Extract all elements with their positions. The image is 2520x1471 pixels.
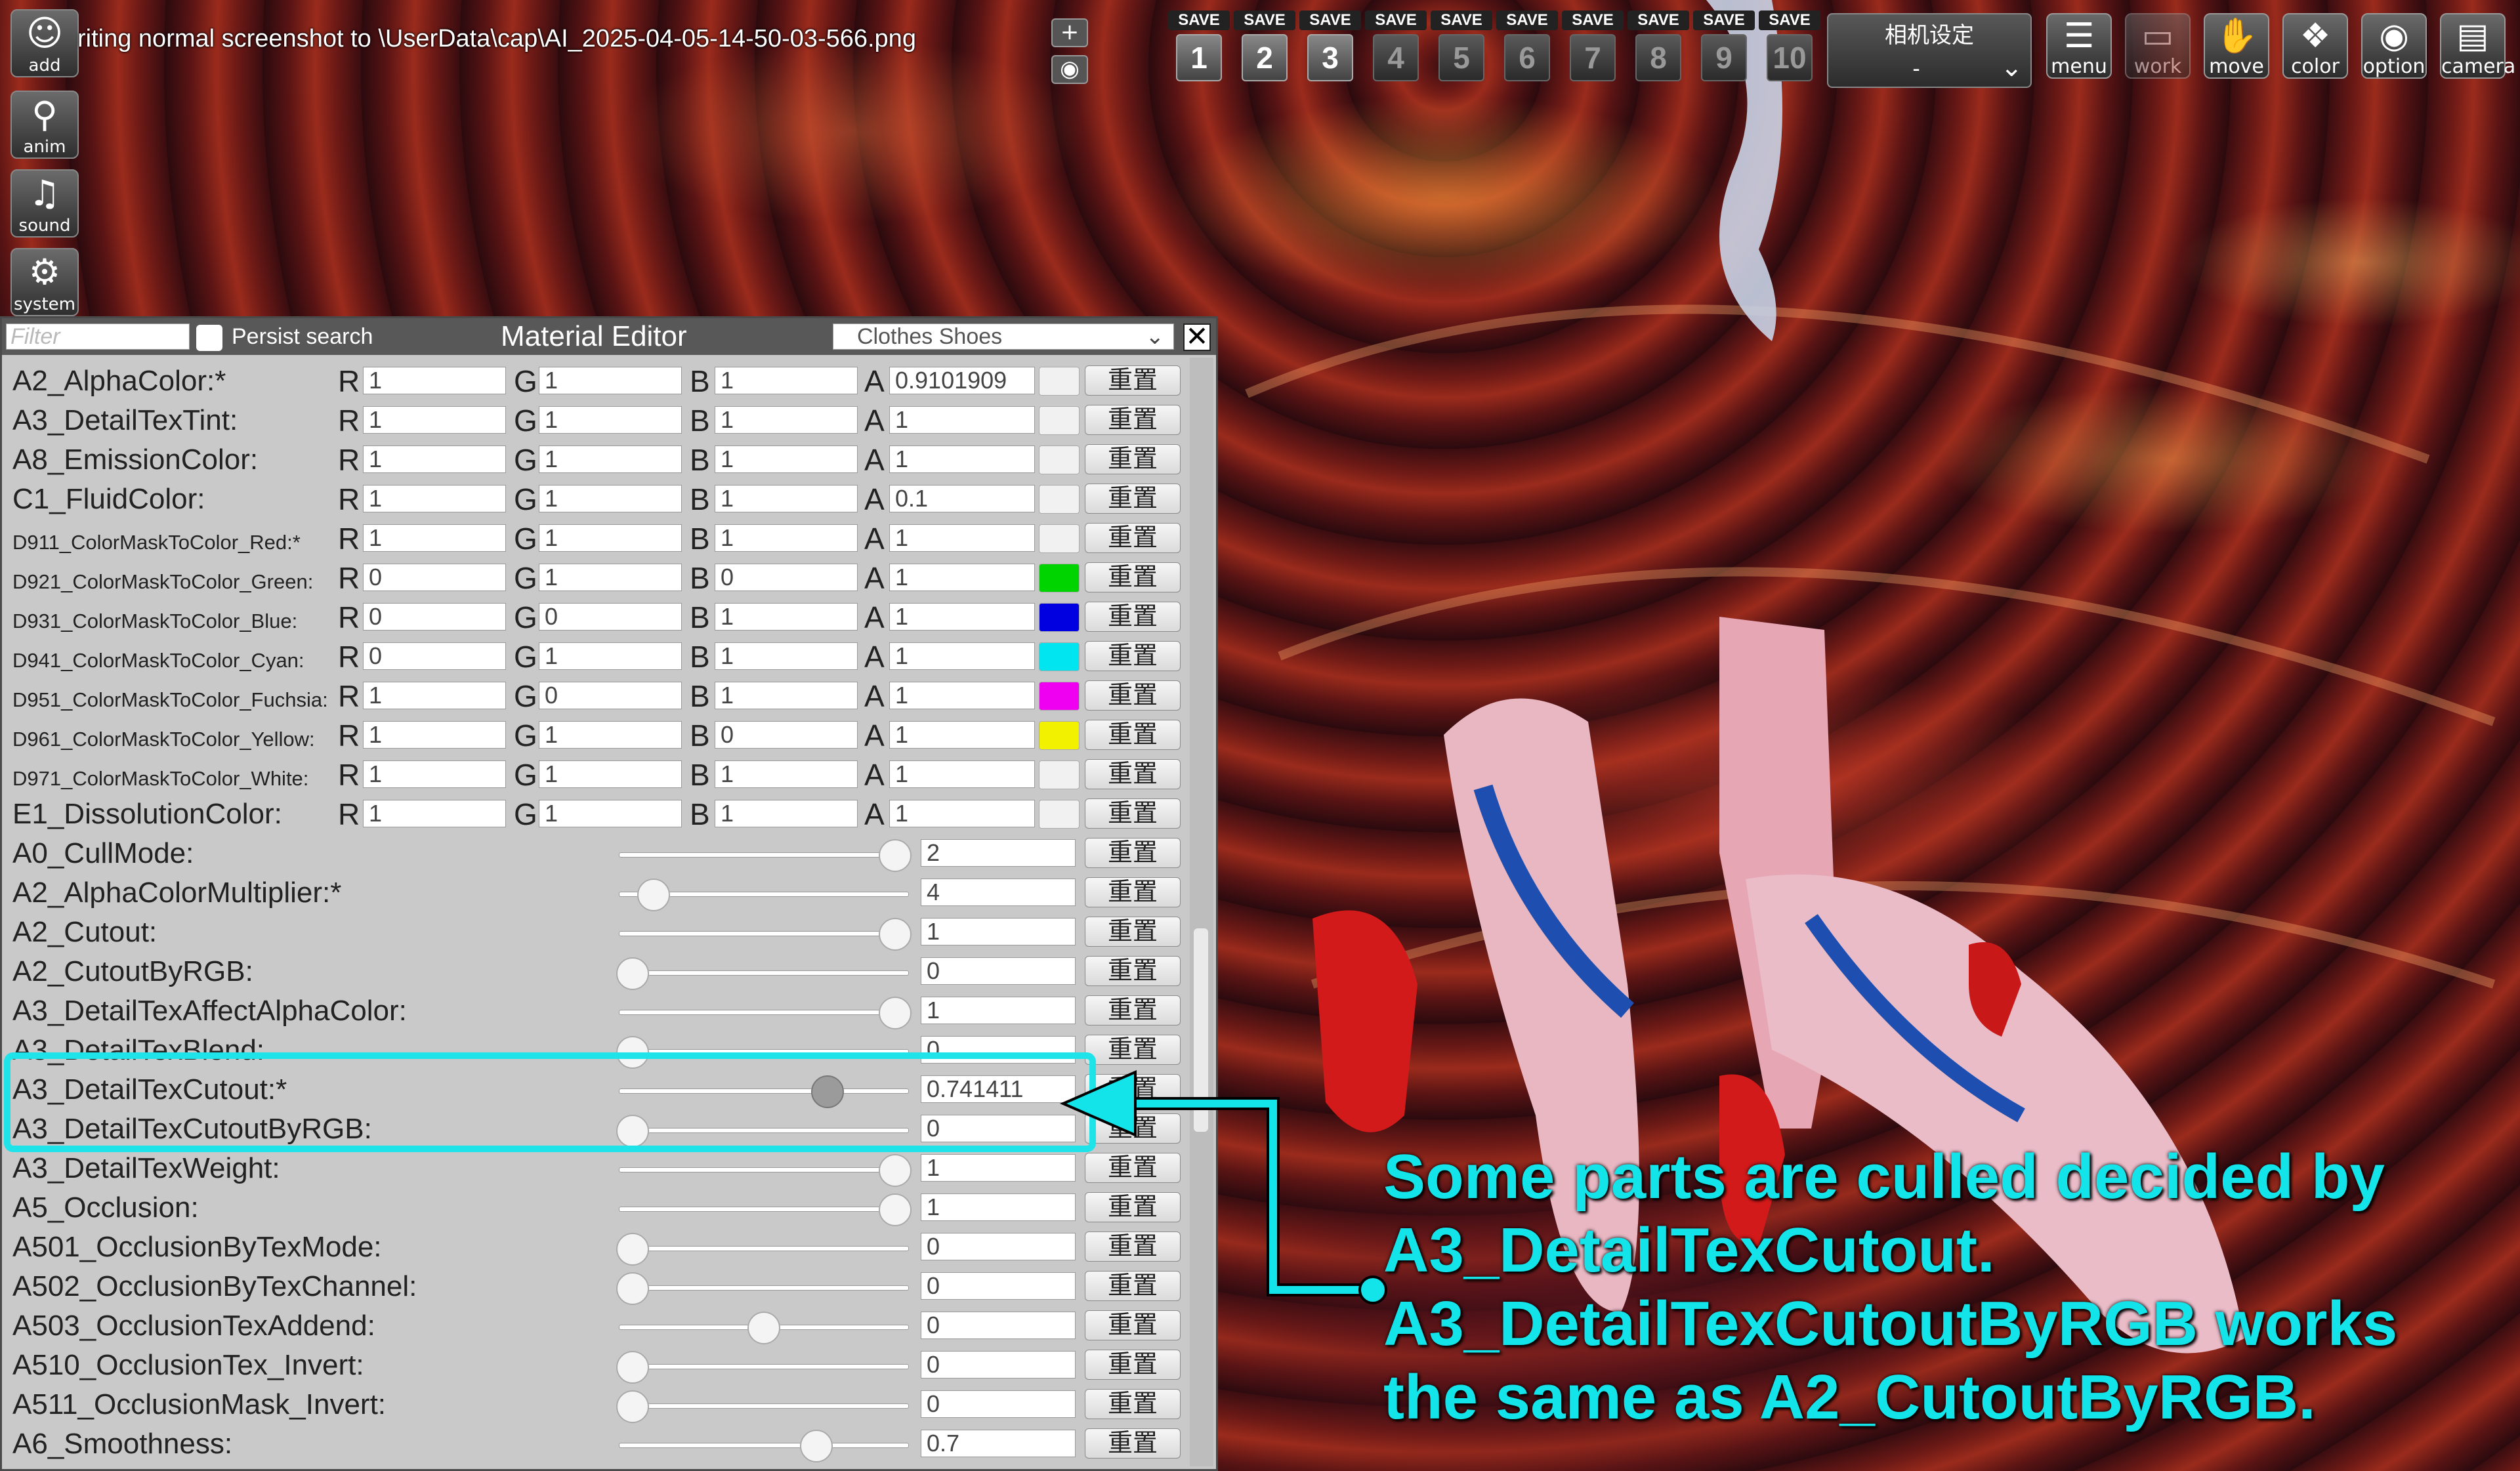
annotation-text: Some parts are culled decided by A3_Deta… (1383, 1140, 2512, 1434)
annotation-line-2: A3_DetailTexCutout. (1383, 1215, 1995, 1285)
annotation-line-3: A3_DetailTexCutoutByRGB works (1383, 1289, 2398, 1359)
annotation-line-4: the same as A2_CutoutByRGB. (1383, 1362, 2316, 1432)
annotation-line-1: Some parts are culled decided by (1383, 1142, 2385, 1212)
